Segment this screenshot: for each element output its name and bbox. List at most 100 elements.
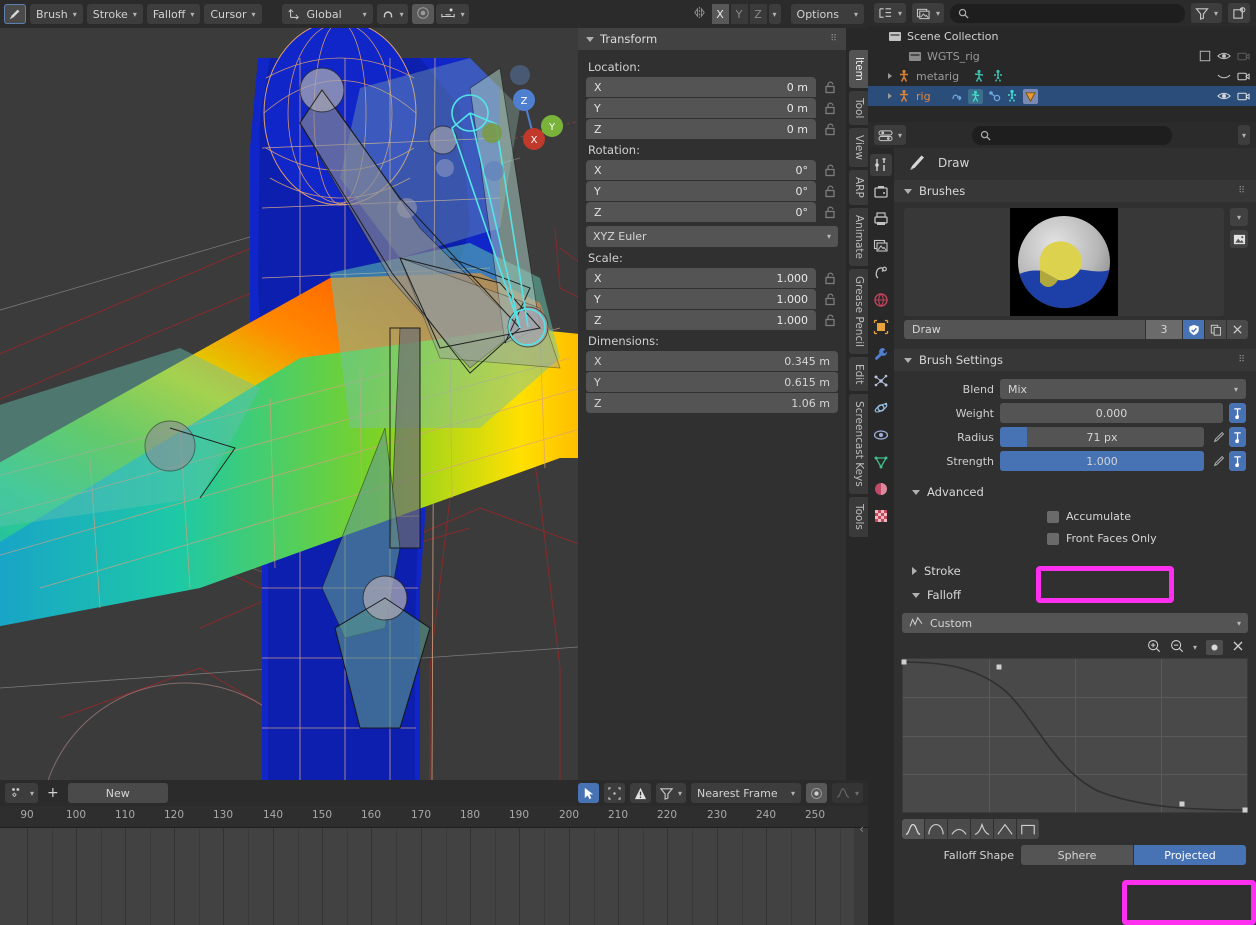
tab-tool-icon[interactable] [870,154,892,176]
brush-settings-panel-header[interactable]: Brush Settings ⠿ [894,349,1256,371]
curve-control-point[interactable] [1179,801,1185,807]
drag-dots-icon[interactable]: ⠿ [1238,186,1246,196]
proportional-editing-icon[interactable] [805,783,827,803]
tab-edit[interactable]: Edit [849,357,868,392]
snap-mode-dropdown[interactable]: Nearest Frame ▾ [690,783,801,803]
armature-data-icon[interactable] [991,69,1005,83]
delete-x-icon[interactable] [1232,640,1244,655]
rotation-y-field[interactable]: Y 0° [586,181,816,201]
curve-control-point[interactable] [996,664,1002,670]
mirror-dropdown[interactable]: ▾ [768,4,781,24]
advanced-panel-header[interactable]: Advanced [894,481,1256,503]
animate-property-icon[interactable] [1229,403,1246,423]
tab-tool[interactable]: Tool [849,90,868,126]
lock-icon[interactable] [822,270,838,286]
tab-view-layer-icon[interactable] [870,235,892,257]
brush-preview-toggle-icon[interactable] [1230,230,1248,248]
tab-view[interactable]: View [849,128,868,168]
location-x-field[interactable]: X 0 m [586,77,816,97]
location-z-field[interactable]: Z 0 m [586,119,816,139]
tab-particles-icon[interactable] [870,370,892,392]
camera-disabled-icon[interactable] [1237,50,1250,62]
tab-output-icon[interactable] [870,208,892,230]
scale-z-field[interactable]: Z 1.000 [586,310,816,330]
curve-control-point[interactable] [1242,807,1248,813]
lock-icon[interactable] [822,312,838,328]
falloff-root-icon[interactable] [948,819,970,839]
brush-user-count[interactable]: 3 [1146,320,1182,339]
tab-texture-icon[interactable] [870,505,892,527]
mesh-data-badge[interactable] [1022,88,1038,104]
snap-toggle[interactable]: ▾ [376,4,408,24]
blend-dropdown[interactable]: Mix ▾ [1000,379,1246,399]
constraint-icon[interactable] [987,89,1001,103]
falloff-panel-header[interactable]: Falloff [894,584,1256,606]
lock-icon[interactable] [822,162,838,178]
tab-scene-icon[interactable] [870,262,892,284]
dope-sheet-icon[interactable]: ▾ [5,783,39,803]
tab-object-icon[interactable] [870,316,892,338]
mirror-axis-z[interactable]: Z [749,4,767,24]
outliner-search-input[interactable] [950,3,1185,23]
falloff-linear-icon[interactable] [994,819,1016,839]
tab-constraints-icon[interactable] [870,424,892,446]
tab-tools[interactable]: Tools [849,497,868,538]
tab-modifier-wrench-icon[interactable] [870,343,892,365]
image-collection-icon[interactable]: ▾ [912,3,945,23]
tab-screencast-keys[interactable]: Screencast Keys [849,394,868,495]
new-action-button[interactable]: New [67,783,168,803]
rotation-z-field[interactable]: Z 0° [586,202,816,222]
lock-icon[interactable] [822,204,838,220]
brush-name-field[interactable]: Draw [904,320,1145,339]
properties-search-input[interactable] [972,125,1172,145]
drag-dots-icon[interactable]: ⠿ [830,34,838,44]
drag-dots-icon[interactable]: ⠿ [1238,355,1246,365]
brushes-panel-header[interactable]: Brushes ⠿ [894,180,1256,202]
tab-animate[interactable]: Animate [849,208,868,267]
location-y-field[interactable]: Y 0 m [586,98,816,118]
falloff-preset-dropdown[interactable]: Custom ▾ [902,613,1248,633]
outliner-row-scene-collection[interactable]: Scene Collection [868,26,1256,46]
rotation-x-field[interactable]: X 0° [586,160,816,180]
dope-sheet-scroll-gutter[interactable] [854,828,868,925]
falloff-smooth-icon[interactable] [902,819,924,839]
zoom-in-icon[interactable] [1147,639,1161,656]
animate-property-icon[interactable] [1229,451,1246,471]
menu-cursor[interactable]: Cursor ▾ [204,4,262,24]
front-faces-only-checkbox[interactable] [1047,532,1059,545]
pressure-sensitivity-icon[interactable] [1210,427,1227,447]
copy-icon[interactable] [1205,320,1226,339]
dope-sheet-keyframe-area[interactable] [0,828,868,925]
weight-slider[interactable]: 0.000 [1000,403,1223,423]
proportional-falloff-dropdown[interactable]: ▾ [435,4,469,24]
plus-icon[interactable]: + [43,783,63,803]
armature-pose-mode-badge[interactable] [967,88,983,104]
checkbox-icon[interactable] [1199,50,1211,62]
select-arrow-icon[interactable] [577,783,599,803]
new-collection-icon[interactable] [1228,3,1250,23]
scale-x-field[interactable]: X 1.000 [586,268,816,288]
menu-falloff[interactable]: Falloff ▾ [146,4,201,24]
falloff-shape-sphere-option[interactable]: Sphere [1021,845,1133,865]
transform-orientation-dropdown[interactable]: Global ▾ [281,4,373,24]
falloff-sphere-icon[interactable] [925,819,947,839]
eye-icon[interactable] [1217,90,1231,102]
falloff-shape-projected-option[interactable]: Projected [1134,845,1246,865]
tab-data-icon[interactable] [870,451,892,473]
mirror-axis-x[interactable]: X [711,4,729,24]
expand-triangle-icon[interactable] [888,73,892,79]
dimension-z-field[interactable]: Z 1.06 m [586,393,838,413]
properties-editor-icon[interactable]: ▾ [874,125,907,145]
sidebar-collapse-arrow-icon[interactable]: ‹ [859,822,864,836]
clipping-icon[interactable] [1206,640,1223,655]
outliner-row-wgts-rig[interactable]: WGTS_rig [868,46,1256,66]
weight-paint-brush-icon[interactable] [4,4,26,24]
outliner-row-rig[interactable]: rig [868,86,1256,106]
stroke-panel-header[interactable]: Stroke [894,560,1256,582]
tab-world-icon[interactable] [870,289,892,311]
camera-icon[interactable] [1237,70,1250,82]
tab-arp[interactable]: ARP [849,170,868,206]
camera-icon[interactable] [1237,90,1250,102]
tab-render-icon[interactable] [870,181,892,203]
proportional-editing-toggle[interactable] [411,4,434,24]
